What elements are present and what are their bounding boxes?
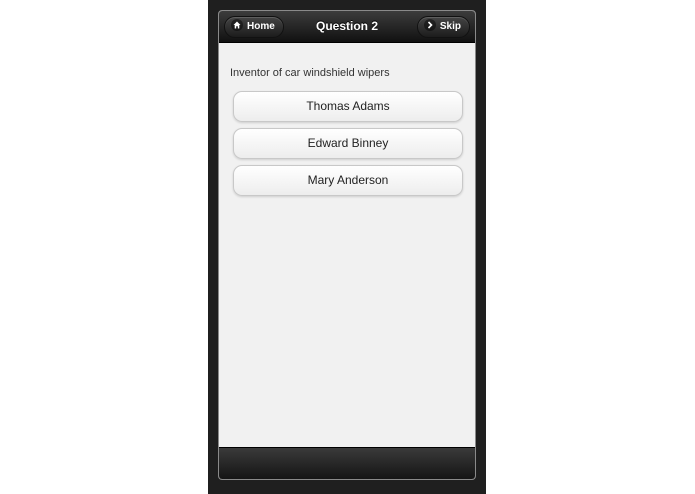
device-frame: Home Question 2 Skip Inventor of car win…: [208, 0, 486, 494]
question-content: Inventor of car windshield wipers Thomas…: [219, 43, 475, 447]
skip-button[interactable]: Skip: [416, 16, 470, 38]
app-screen: Home Question 2 Skip Inventor of car win…: [218, 10, 476, 480]
header-bar: Home Question 2 Skip: [219, 11, 475, 43]
answer-button-3[interactable]: Mary Anderson: [233, 165, 463, 196]
skip-button-label: Skip: [439, 21, 461, 32]
footer-bar: [219, 447, 475, 479]
answer-button-1[interactable]: Thomas Adams: [233, 91, 463, 122]
answer-button-2[interactable]: Edward Binney: [233, 128, 463, 159]
question-text: Inventor of car windshield wipers: [230, 67, 390, 79]
chevron-right-icon: [423, 19, 436, 32]
